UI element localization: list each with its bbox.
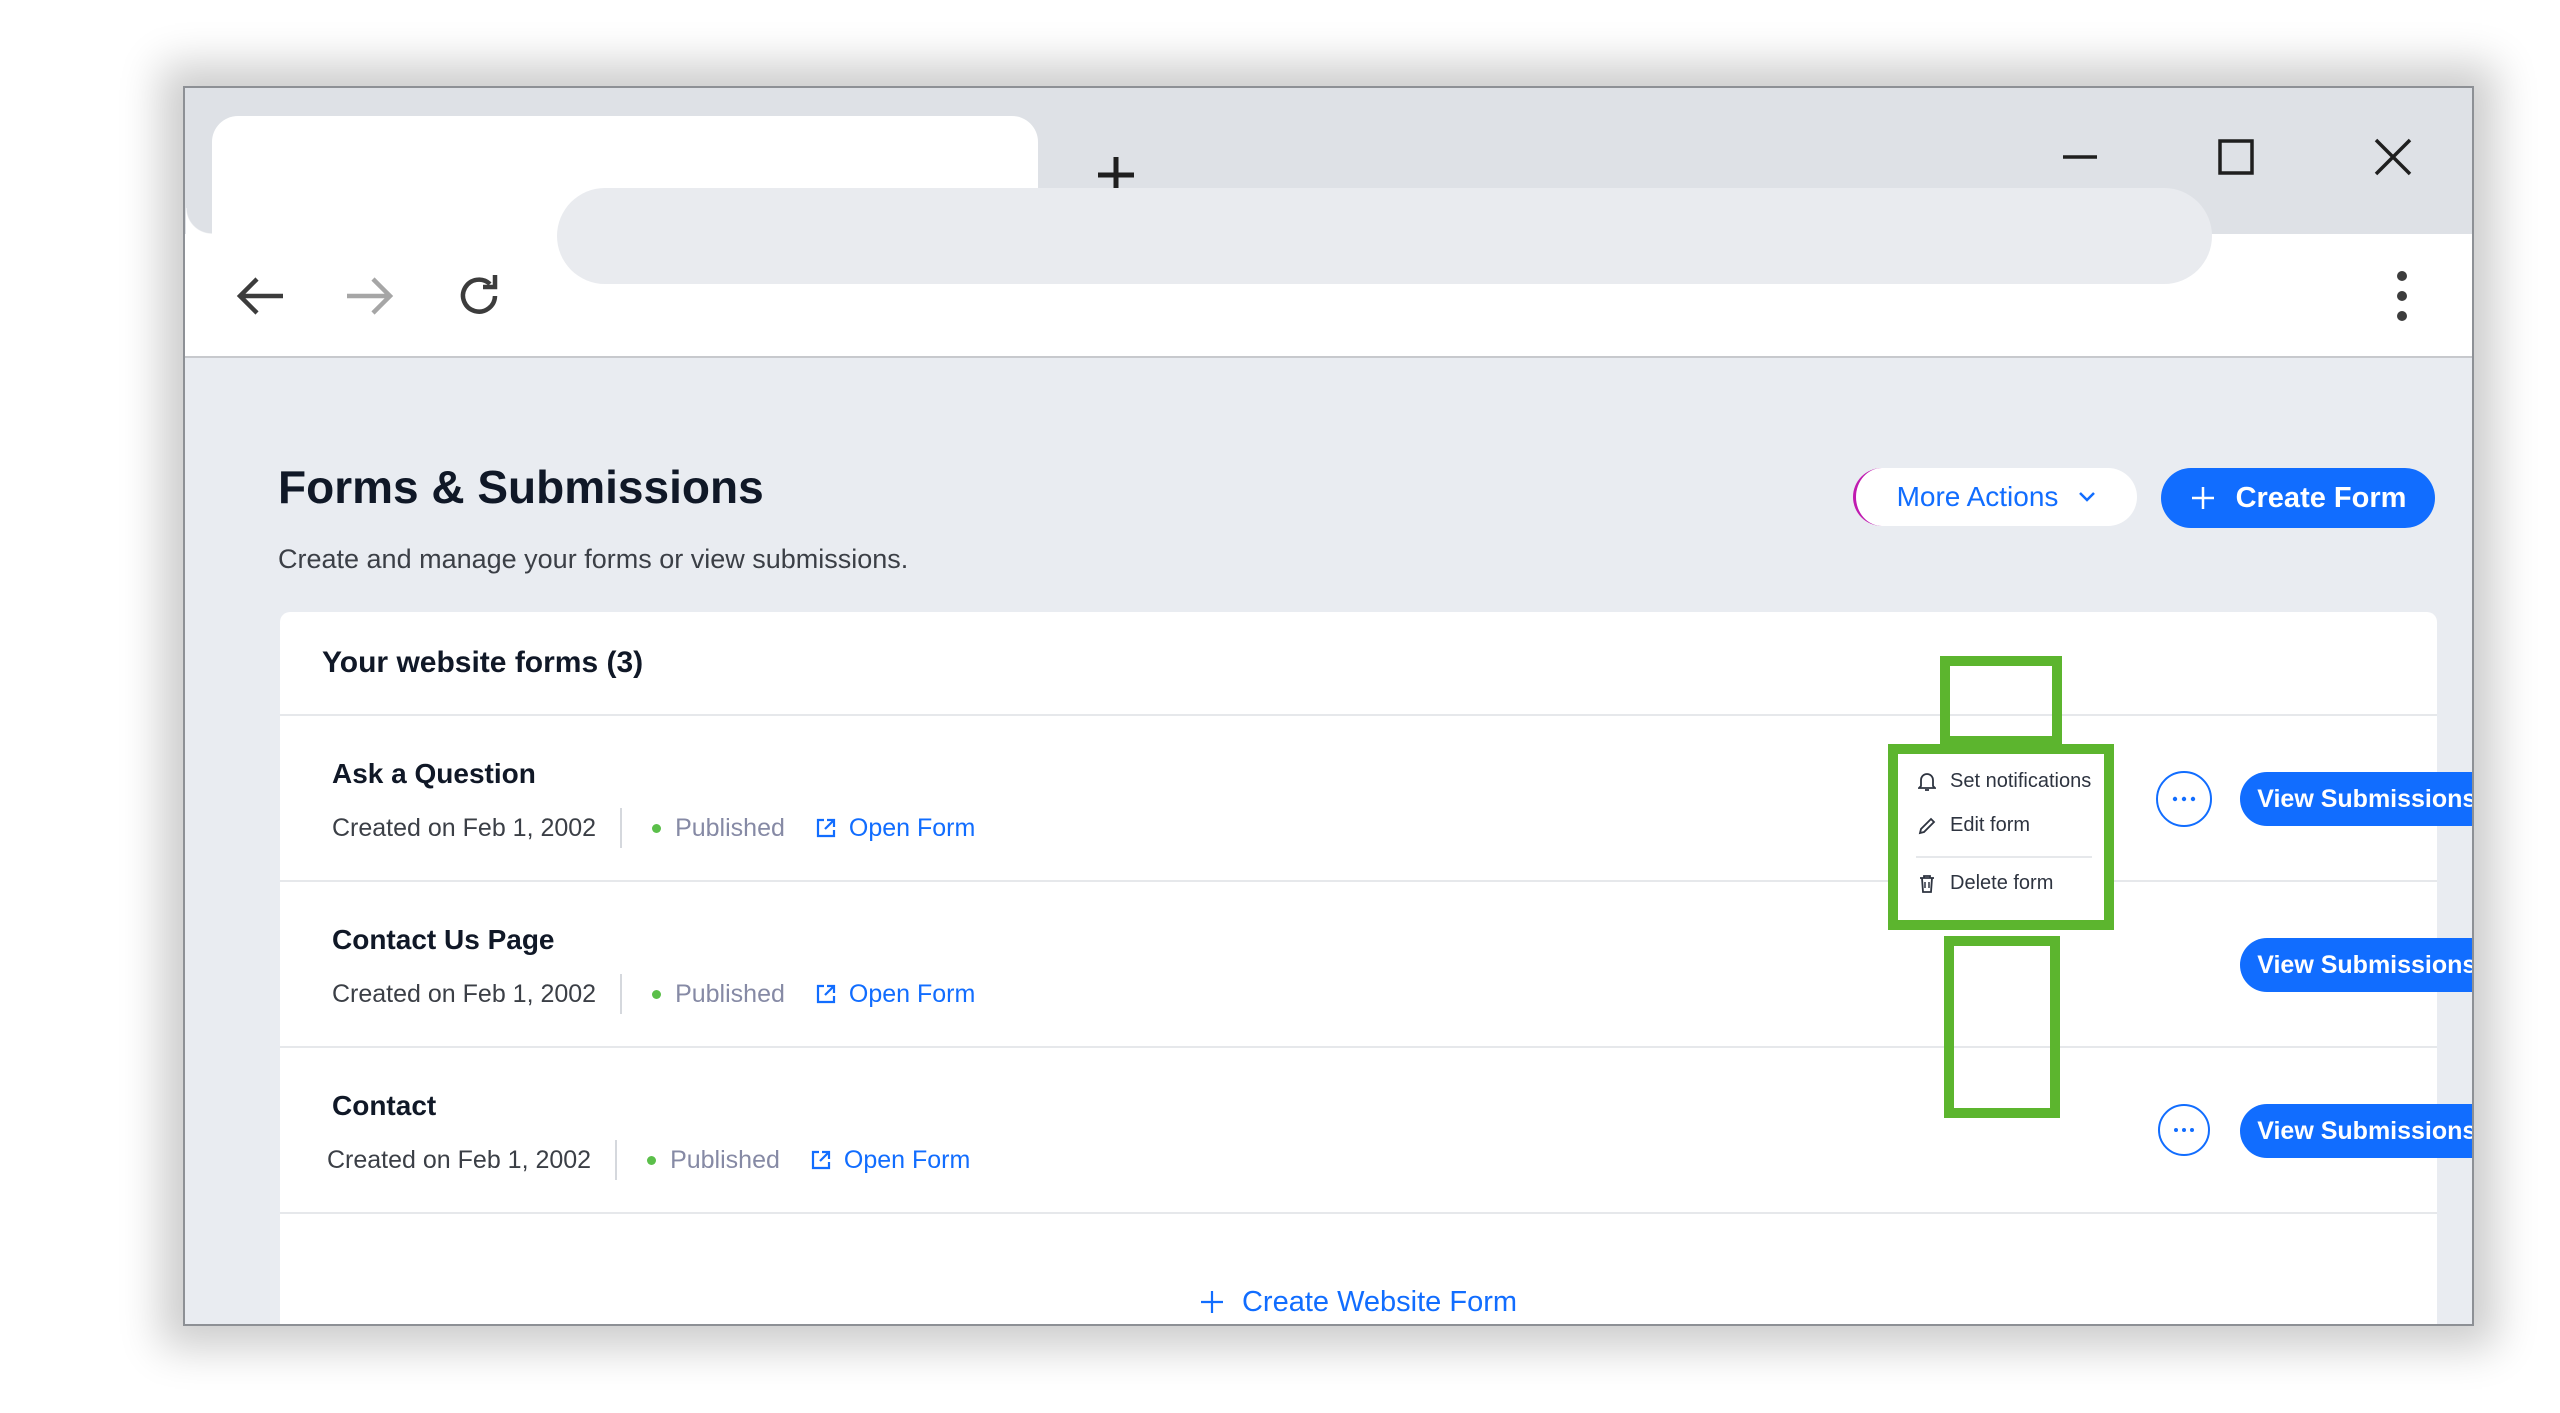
create-website-form-label: Create Website Form xyxy=(1241,1285,1518,1318)
browser-menu-button[interactable] xyxy=(2382,264,2422,328)
form-meta: Created on Feb 1, 2002 Published Open Fo… xyxy=(332,806,975,850)
open-form-link[interactable]: Open Form xyxy=(810,1146,970,1175)
published-dot-icon xyxy=(652,823,662,833)
form-row: Contact Created on Feb 1, 2002 Published… xyxy=(280,1048,2472,1214)
create-form-label: Create Form xyxy=(2235,481,2407,514)
ellipsis-icon xyxy=(2172,796,2196,802)
create-website-form-link[interactable]: Create Website Form xyxy=(280,1272,2437,1324)
external-link-icon xyxy=(816,818,835,838)
page-subtitle: Create and manage your forms or view sub… xyxy=(278,544,909,574)
form-name: Ask a Question xyxy=(332,758,536,789)
row-more-button[interactable] xyxy=(2158,1104,2210,1156)
status-badge: Published xyxy=(652,980,785,1009)
status-label: Published xyxy=(675,979,785,1008)
maximize-button[interactable] xyxy=(2191,112,2281,202)
created-date: Created on Feb 1, 2002 xyxy=(327,1140,618,1180)
plus-icon xyxy=(2191,487,2214,509)
chevron-down-icon xyxy=(2079,492,2096,502)
screenshot-stage: Forms & Submissions Create and manage yo… xyxy=(0,0,2560,1413)
open-form-label: Open Form xyxy=(848,979,976,1008)
highlight-more-button-row3 xyxy=(1944,936,2060,1118)
created-date: Created on Feb 1, 2002 xyxy=(332,974,623,1014)
more-actions-button[interactable]: More Actions xyxy=(1853,468,2137,526)
external-link-icon xyxy=(816,984,835,1004)
view-submissions-button[interactable]: View Submissions Table xyxy=(2240,1104,2472,1158)
highlight-more-button-row1 xyxy=(1940,656,2062,746)
kebab-menu-icon xyxy=(2397,271,2407,321)
row-more-button[interactable] xyxy=(2156,771,2212,827)
form-name: Contact Us Page xyxy=(332,924,555,955)
external-link-icon xyxy=(811,1150,830,1170)
back-arrow-icon xyxy=(236,277,283,315)
forward-button[interactable] xyxy=(337,264,401,328)
status-badge: Published xyxy=(652,814,785,843)
open-form-label: Open Form xyxy=(843,1145,971,1174)
forms-card-header: Your website forms (3) xyxy=(280,612,2437,716)
form-name: Contact xyxy=(332,1090,437,1121)
forward-arrow-icon xyxy=(347,277,394,315)
open-form-link[interactable]: Open Form xyxy=(815,814,975,843)
created-date: Created on Feb 1, 2002 xyxy=(332,808,623,848)
minimize-icon xyxy=(2063,155,2097,159)
ellipsis-icon xyxy=(2174,1128,2194,1132)
form-meta: Created on Feb 1, 2002 Published Open Fo… xyxy=(332,972,975,1016)
plus-icon xyxy=(1200,1291,1223,1313)
view-submissions-button[interactable]: View Submissions Table xyxy=(2240,772,2472,826)
open-form-link[interactable]: Open Form xyxy=(815,980,975,1009)
reload-icon xyxy=(460,275,498,314)
status-label: Published xyxy=(675,813,785,842)
page-title: Forms & Submissions xyxy=(278,461,764,513)
close-icon xyxy=(2374,138,2412,176)
more-actions-label: More Actions xyxy=(1896,481,2059,512)
status-label: Published xyxy=(670,1145,780,1174)
address-bar[interactable] xyxy=(557,188,2212,284)
maximize-icon xyxy=(2218,139,2254,175)
forms-card: Your website forms (3) Ask a Question Cr… xyxy=(280,612,2472,1324)
close-window-button[interactable] xyxy=(2348,112,2438,202)
browser-window: Forms & Submissions Create and manage yo… xyxy=(183,86,2474,1326)
forms-card-title: Your website forms (3) xyxy=(322,646,644,679)
highlight-actions-menu xyxy=(1888,744,2114,930)
create-form-button[interactable]: Create Form xyxy=(2161,468,2435,528)
reload-button[interactable] xyxy=(447,264,511,328)
back-button[interactable] xyxy=(229,264,293,328)
open-form-label: Open Form xyxy=(848,813,976,842)
published-dot-icon xyxy=(652,989,662,999)
published-dot-icon xyxy=(647,1155,657,1165)
status-badge: Published xyxy=(647,1146,780,1175)
view-submissions-button[interactable]: View Submissions Table xyxy=(2240,938,2472,992)
form-meta: Created on Feb 1, 2002 Published Open Fo… xyxy=(327,1138,970,1182)
